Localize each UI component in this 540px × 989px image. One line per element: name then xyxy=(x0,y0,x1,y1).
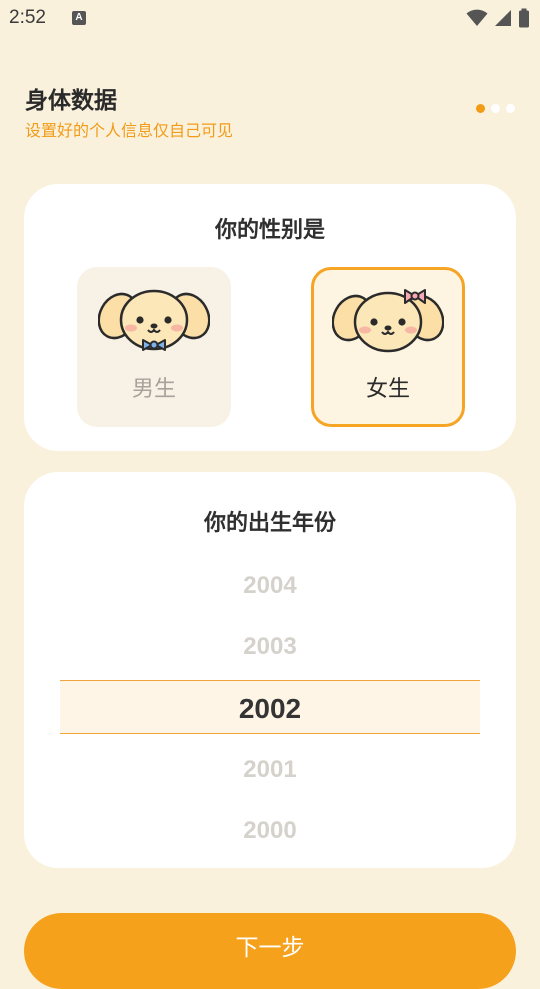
birth-year-card: 你的出生年份 2004 2003 2002 2001 2000 xyxy=(24,472,516,868)
gender-label-male: 男生 xyxy=(131,377,176,402)
year-option[interactable]: 2000 xyxy=(60,817,480,845)
gender-title: 你的性别是 xyxy=(214,218,325,243)
step-dot-1 xyxy=(476,104,485,113)
year-picker[interactable]: 2004 2003 2002 2001 2000 xyxy=(60,554,480,854)
step-indicator xyxy=(476,104,515,113)
signal-icon xyxy=(495,10,511,26)
notification-icon: A xyxy=(72,11,86,25)
year-option-selected[interactable]: 2002 xyxy=(60,693,480,725)
wifi-icon xyxy=(466,9,488,26)
step-dot-2 xyxy=(491,104,500,113)
page-title: 身体数据 xyxy=(25,88,117,114)
gender-label-female: 女生 xyxy=(365,377,410,402)
status-bar: 2:52 A xyxy=(0,0,540,36)
year-option[interactable]: 2003 xyxy=(60,633,480,661)
page-subtitle: 设置好的个人信息仅自己可见 xyxy=(25,121,234,140)
system-icons xyxy=(466,8,530,28)
year-option[interactable]: 2004 xyxy=(60,572,480,600)
birth-year-title: 你的出生年份 xyxy=(203,511,336,536)
gender-option-male[interactable]: 男生 xyxy=(77,267,231,427)
year-option[interactable]: 2001 xyxy=(60,756,480,784)
battery-icon xyxy=(519,8,529,28)
step-dot-3 xyxy=(506,104,515,113)
next-button[interactable]: 下一步 xyxy=(24,913,516,989)
gender-option-female[interactable]: 女生 xyxy=(311,267,465,427)
dog-with-hair-bow-icon xyxy=(332,289,444,353)
dog-with-bowtie-icon xyxy=(98,289,210,351)
gender-card: 你的性别是 男生 女生 xyxy=(24,184,516,451)
status-time: 2:52 xyxy=(9,7,46,28)
